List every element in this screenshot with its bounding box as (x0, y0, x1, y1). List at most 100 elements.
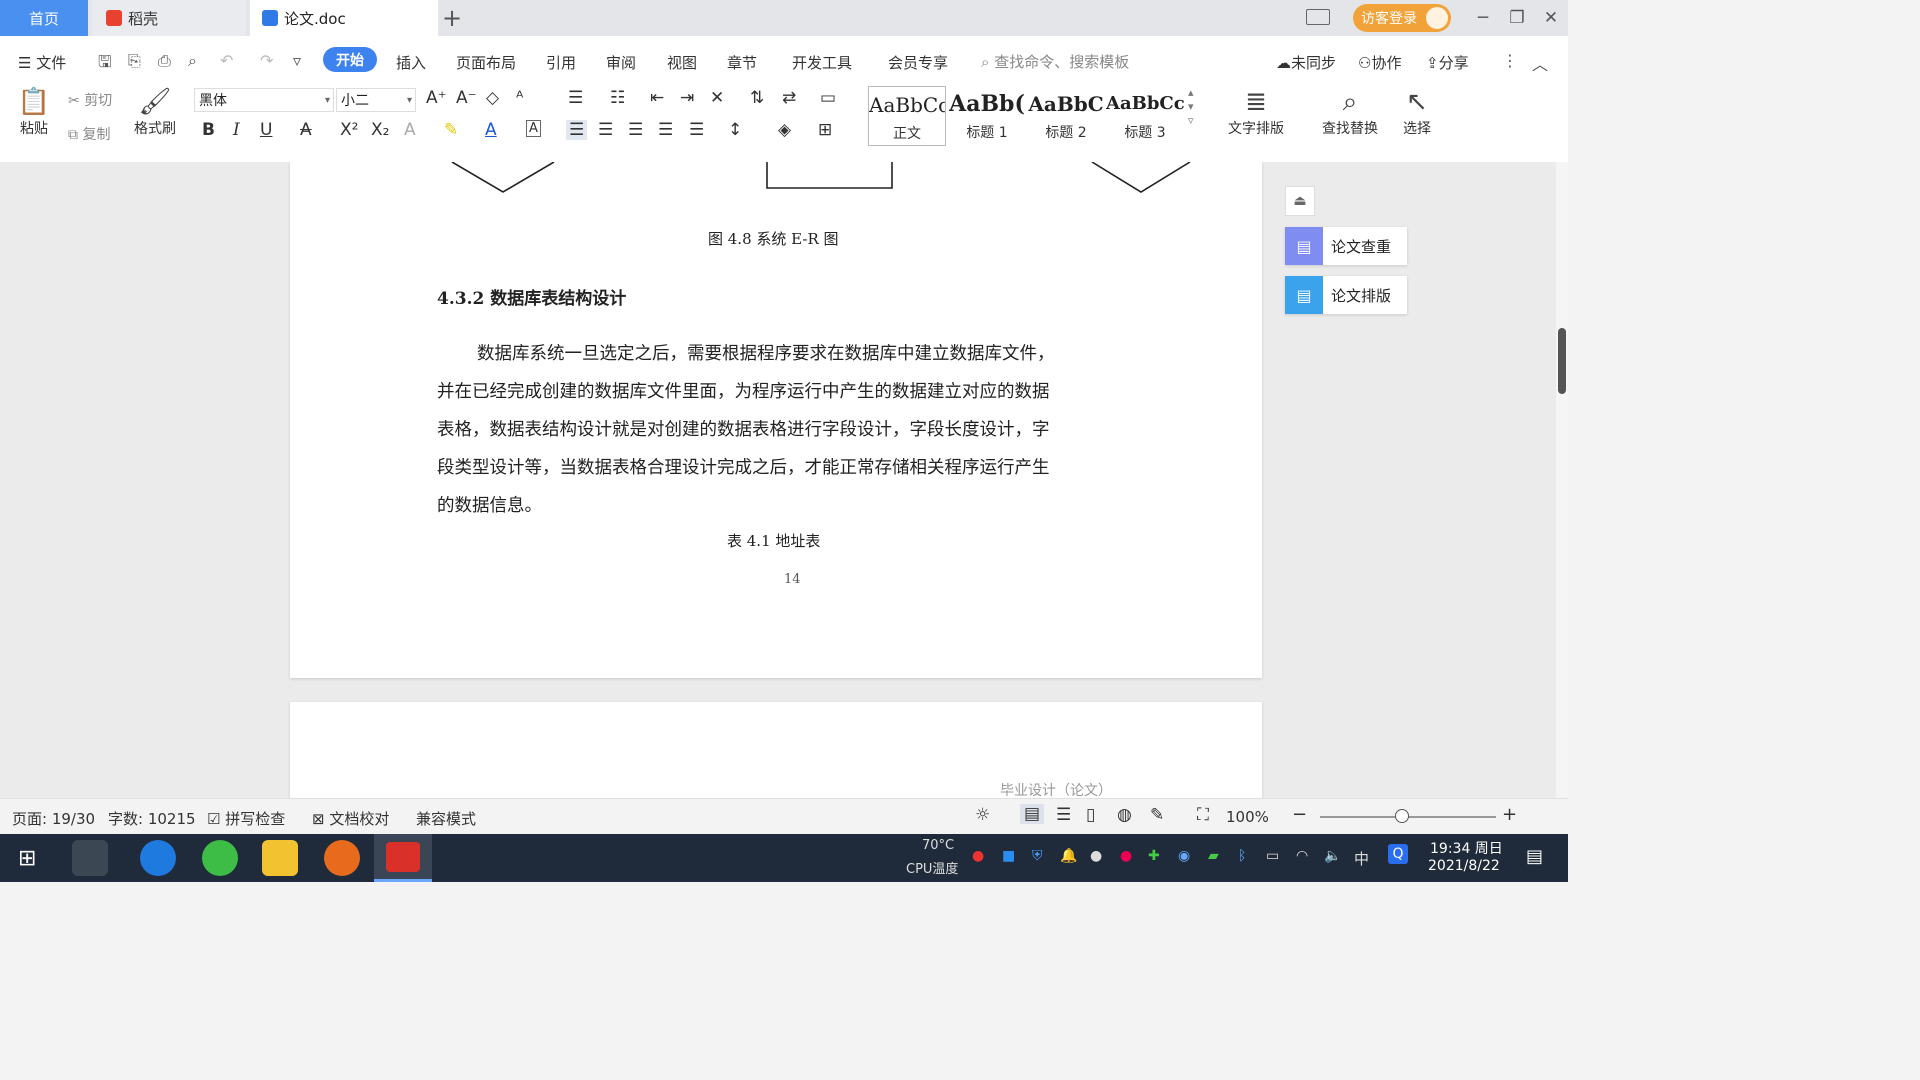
qq-icon[interactable]: ● (1090, 848, 1102, 864)
tray-app-icon[interactable]: ● (972, 848, 984, 864)
text-effect-icon[interactable]: A (404, 120, 416, 140)
redo-icon[interactable]: ↷ (260, 51, 278, 70)
style-heading-3[interactable]: AaBbCc 标题 3 (1106, 86, 1184, 146)
align-center-icon[interactable]: ☰ (598, 120, 613, 140)
wps-taskbar-item[interactable] (374, 834, 432, 882)
style-heading-2[interactable]: AaBbC 标题 2 (1027, 86, 1105, 146)
style-heading-1[interactable]: AaBb( 标题 1 (948, 86, 1026, 146)
nvidia-icon[interactable]: ▰ (1208, 848, 1219, 864)
char-border-icon[interactable]: A (526, 120, 541, 137)
command-search[interactable]: ⌕ 查找命令、搜索模板 (981, 51, 1129, 72)
clock-time[interactable]: 19:34 周日 (1430, 838, 1503, 858)
font-size-select[interactable]: 小二 (336, 88, 416, 113)
collapse-ribbon-icon[interactable]: ︿ (1532, 51, 1550, 74)
pinwheel-app-icon[interactable] (72, 840, 108, 876)
undo-icon[interactable]: ↶ (220, 51, 238, 70)
highlight-icon[interactable]: ✎ (444, 120, 458, 140)
select-button[interactable]: ↖ 选择 (1394, 86, 1440, 138)
restore-icon[interactable]: ❐ (1500, 8, 1534, 28)
tab-insert[interactable]: 插入 (396, 52, 426, 73)
underline-icon[interactable]: U (260, 120, 272, 140)
outline-view-icon[interactable]: ☰ (1056, 805, 1071, 825)
justify-icon[interactable]: ☰ (658, 120, 673, 140)
proofread-button[interactable]: ⊠ 文档校对 (312, 808, 389, 829)
distribute-icon[interactable]: ☰ (689, 120, 704, 140)
numbered-list-icon[interactable]: ☷ (610, 88, 625, 108)
superscript-icon[interactable]: X² (340, 120, 358, 140)
browser-360-icon[interactable] (202, 840, 238, 876)
decrease-indent-icon[interactable]: ⇤ (650, 88, 664, 108)
tab-member[interactable]: 会员专享 (888, 52, 948, 73)
paper-layout-button[interactable]: ▤ 论文排版 (1285, 276, 1407, 314)
style-normal[interactable]: AaBbCcI 正文 (868, 86, 946, 146)
save-icon[interactable]: 🖫 (98, 51, 116, 71)
tab-view[interactable]: 视图 (667, 52, 697, 73)
print-icon[interactable]: ⎙ (158, 51, 176, 70)
zoom-out-icon[interactable]: − (1292, 804, 1307, 825)
scrollbar-thumb[interactable] (1558, 328, 1566, 394)
shading-icon[interactable]: ◈ (778, 120, 791, 140)
cartoon-app-icon[interactable] (324, 840, 360, 876)
file-explorer-icon[interactable] (262, 840, 298, 876)
tray-app-icon[interactable]: ■ (1002, 848, 1015, 864)
tab-document[interactable]: 论文.doc (250, 0, 438, 36)
collab-button[interactable]: ⚇协作 (1358, 52, 1401, 73)
font-color-icon[interactable]: A (485, 120, 497, 140)
eye-protect-icon[interactable]: ☼ (975, 805, 990, 825)
copy-button[interactable]: ⧉ 复制 (68, 124, 110, 144)
volume-icon[interactable]: 🔈 (1324, 848, 1341, 864)
fit-page-icon[interactable]: ⛶ (1197, 805, 1209, 825)
page-view-icon[interactable]: ▤ (1020, 804, 1045, 824)
tray-app-icon[interactable]: ◉ (1178, 848, 1190, 864)
ime-indicator[interactable]: 中 (1354, 848, 1369, 869)
tab-home[interactable]: 首页 (0, 0, 88, 36)
tab-reference[interactable]: 引用 (546, 52, 576, 73)
minimize-icon[interactable]: ─ (1466, 8, 1500, 28)
write-view-icon[interactable]: ✎ (1150, 805, 1164, 825)
shrink-font-icon[interactable]: A⁻ (456, 88, 477, 108)
tray-app-icon[interactable]: ● (1120, 848, 1132, 864)
windows-start-icon[interactable]: ⊞ (18, 846, 36, 871)
bold-icon[interactable]: B (202, 120, 215, 140)
tab-page-layout[interactable]: 页面布局 (456, 52, 516, 73)
tab-chapter[interactable]: 章节 (727, 52, 757, 73)
increase-indent-icon[interactable]: ⇥ (680, 88, 694, 108)
export-icon[interactable]: ⎘ (128, 51, 146, 70)
notification-center-icon[interactable]: ▤ (1526, 846, 1543, 867)
sort-icon[interactable]: ⇅ (750, 88, 764, 108)
sync-status[interactable]: ☁未同步 (1276, 52, 1336, 73)
reading-view-icon[interactable]: ▯ (1086, 805, 1095, 825)
print-preview-icon[interactable]: ⌕ (188, 51, 206, 70)
document-page[interactable]: 图 4.8 系统 E-R 图 4.3.2 数据库表结构设计 数据库系统一旦选定之… (290, 162, 1262, 678)
font-name-select[interactable]: 黑体 (194, 88, 334, 113)
share-button[interactable]: ⇪分享 (1426, 52, 1469, 73)
style-scroll-icon[interactable]: ▴ ▾ ▿ (1188, 86, 1194, 128)
line-spacing-icon[interactable]: ↕ (728, 120, 742, 140)
ie-browser-icon[interactable] (140, 840, 176, 876)
format-painter-button[interactable]: 🖌 格式刷 (130, 86, 180, 138)
strikethrough-icon[interactable]: A (300, 120, 312, 140)
page-indicator[interactable]: 页面: 19/30 (12, 808, 95, 829)
tab-start[interactable]: 开始 (323, 47, 377, 72)
border-icon[interactable]: ⊞ (818, 120, 832, 140)
chinese-layout-icon[interactable]: ✕ (710, 88, 724, 108)
shield-icon[interactable]: ⛨ (1032, 848, 1043, 864)
find-replace-button[interactable]: ⌕ 查找替换 (1314, 86, 1386, 138)
word-count[interactable]: 字数: 10215 (108, 808, 196, 829)
grow-font-icon[interactable]: A⁺ (426, 88, 447, 108)
phonetic-icon[interactable]: ᴬ (516, 88, 523, 108)
ruler-icon[interactable]: ▭ (820, 88, 836, 108)
new-tab-button[interactable]: + (442, 4, 462, 32)
paper-check-button[interactable]: ▤ 论文查重 (1285, 227, 1407, 265)
quick-access-dropdown-icon[interactable]: ▿ (293, 51, 311, 70)
clock-date[interactable]: 2021/8/22 (1428, 858, 1500, 874)
bullet-list-icon[interactable]: ☰ (568, 88, 583, 108)
login-button[interactable]: 访客登录 (1353, 4, 1451, 32)
q-app-icon[interactable]: Q (1388, 844, 1408, 864)
document-page-next[interactable]: 毕业设计（论文） (290, 702, 1262, 798)
tray-app-icon[interactable]: ✚ (1148, 848, 1160, 864)
layout-switch-icon[interactable] (1306, 9, 1330, 25)
align-right-icon[interactable]: ☰ (628, 120, 643, 140)
bluetooth-icon[interactable]: ᛒ (1238, 848, 1246, 864)
paste-button[interactable]: 📋 粘贴 (12, 86, 56, 138)
